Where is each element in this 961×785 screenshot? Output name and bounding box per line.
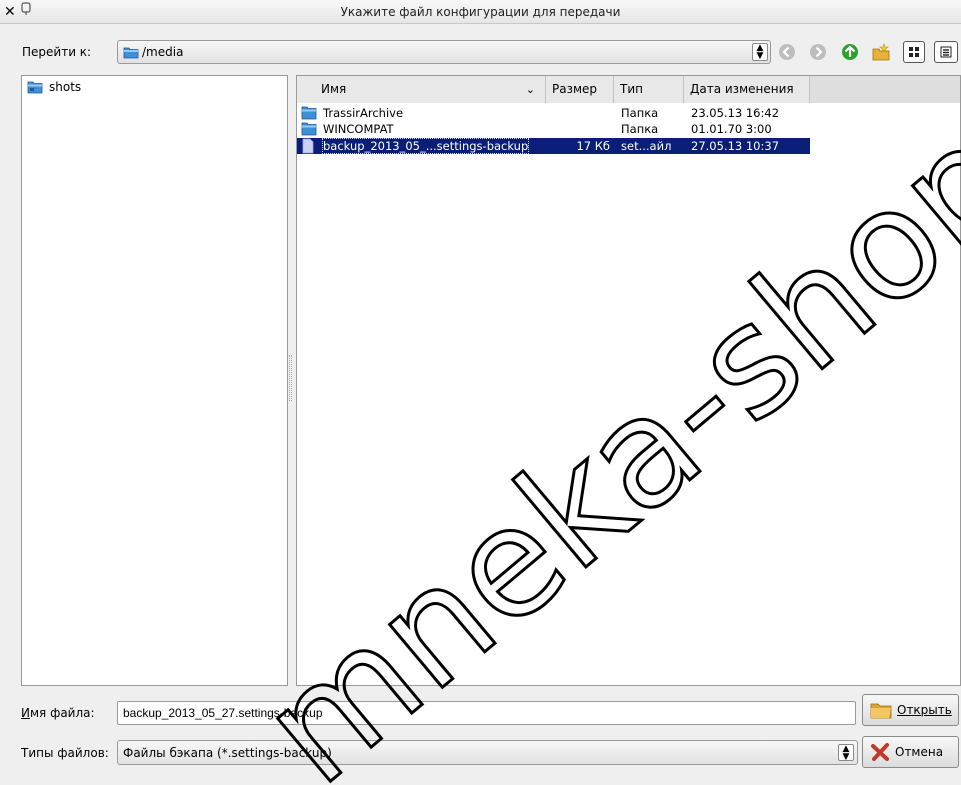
column-header-type[interactable]: Тип — [614, 76, 684, 103]
file-modified: 01.01.70 3:00 — [691, 122, 772, 136]
open-button[interactable]: Открыть — [862, 694, 959, 726]
open-button-label: Открыть — [897, 703, 952, 717]
list-header: Имя ⌄ Размер Тип Дата изменения — [297, 76, 960, 103]
window-title: Укажите файл конфигурации для передачи — [340, 5, 621, 19]
file-icon — [301, 138, 315, 157]
list-item[interactable]: WINCOMPAT Папка 01.01.70 3:00 — [297, 121, 810, 137]
file-modified: 27.05.13 10:37 — [691, 139, 780, 153]
forward-button[interactable] — [807, 41, 829, 63]
pane-splitter[interactable] — [289, 355, 292, 401]
list-item-selected[interactable]: backup_2013_05_...settings-backup 17 Кб … — [297, 138, 810, 154]
sidebar-item-shots[interactable]: shots — [27, 80, 81, 94]
file-size: 17 Кб — [576, 139, 610, 153]
folder-icon — [123, 45, 139, 62]
folder-icon — [27, 81, 43, 94]
filetype-combo[interactable]: Файлы бэкапа (*.settings-backup) ▲ ▼ — [117, 740, 858, 765]
combo-arrows-icon[interactable]: ▲ ▼ — [752, 43, 768, 61]
path-combo[interactable]: /media ▲ ▼ — [117, 40, 771, 64]
back-button[interactable] — [776, 41, 798, 63]
file-modified: 23.05.13 16:42 — [691, 106, 780, 120]
back-icon — [779, 44, 795, 60]
path-value: /media — [142, 45, 184, 59]
file-type: Папка — [621, 122, 659, 136]
column-header-name[interactable]: Имя ⌄ — [297, 76, 546, 103]
open-folder-icon — [870, 703, 892, 719]
list-view-icon — [940, 46, 952, 58]
icon-view-button[interactable] — [903, 41, 925, 63]
file-name: backup_2013_05_...settings-backup — [321, 138, 530, 154]
folder-icon — [301, 121, 317, 139]
filetype-value: Файлы бэкапа (*.settings-backup) — [123, 746, 332, 760]
title-bar: ✕ Укажите файл конфигурации для передачи — [0, 0, 961, 24]
sort-down-icon: ⌄ — [525, 83, 535, 96]
cancel-button-label: Отмена — [895, 745, 944, 759]
new-folder-icon — [872, 43, 890, 61]
file-list: Имя ⌄ Размер Тип Дата изменения TrassirA… — [296, 75, 961, 686]
sidebar-item-label: shots — [49, 80, 82, 94]
list-view-button[interactable] — [934, 41, 958, 63]
up-icon — [842, 44, 858, 60]
places-sidebar: shots — [21, 75, 288, 686]
goto-label: Перейти к: — [22, 45, 92, 59]
file-type: set...айл — [621, 139, 672, 153]
file-type: Папка — [621, 106, 659, 120]
forward-icon — [810, 44, 826, 60]
cancel-button[interactable]: Отмена — [862, 736, 959, 768]
file-name: WINCOMPAT — [323, 122, 394, 136]
column-header-modified[interactable]: Дата изменения — [684, 76, 810, 103]
filename-label: Имя файла: — [21, 706, 95, 720]
filetype-label: Типы файлов: — [21, 746, 109, 760]
icon-view-icon — [909, 47, 919, 57]
filename-input[interactable] — [117, 701, 856, 725]
file-name: TrassirArchive — [323, 106, 404, 120]
cancel-icon — [871, 743, 889, 761]
column-header-size[interactable]: Размер — [546, 76, 614, 103]
list-item[interactable]: TrassirArchive Папка 23.05.13 16:42 — [297, 105, 810, 121]
up-button[interactable] — [839, 41, 861, 63]
combo-arrows-icon[interactable]: ▲ ▼ — [838, 744, 854, 762]
new-folder-button[interactable] — [870, 41, 892, 63]
